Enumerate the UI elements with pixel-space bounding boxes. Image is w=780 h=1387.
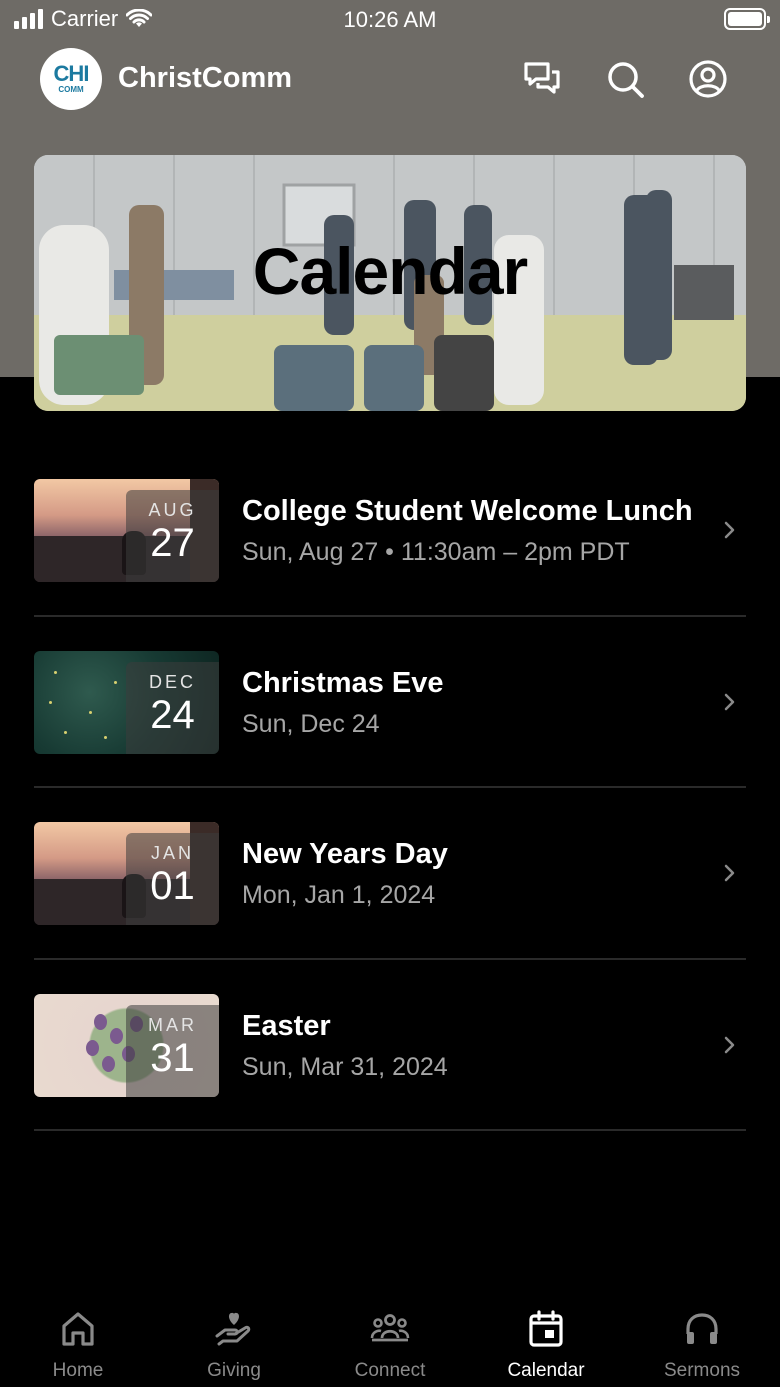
event-row[interactable]: DEC 24 Christmas Eve Sun, Dec 24: [34, 617, 746, 788]
tab-sermons[interactable]: Sermons: [624, 1296, 780, 1387]
event-row[interactable]: AUG 27 College Student Welcome Lunch Sun…: [34, 445, 746, 617]
event-datetime: Mon, Jan 1, 2024: [242, 881, 436, 909]
headphones-icon: [686, 1313, 718, 1344]
event-row[interactable]: JAN 01 New Years Day Mon, Jan 1, 2024: [34, 788, 746, 960]
events-list: AUG 27 College Student Welcome Lunch Sun…: [34, 445, 746, 1131]
calendar-hero-banner: Calendar: [34, 155, 746, 411]
chat-icon[interactable]: [521, 58, 563, 100]
event-thumbnail: AUG 27: [34, 479, 219, 582]
group-icon: [370, 1314, 410, 1342]
chevron-right-icon: [724, 1036, 735, 1053]
app-header: CHI COMM ChristComm: [0, 46, 780, 112]
calendar-icon: [529, 1310, 563, 1347]
chevron-right-icon: [724, 864, 735, 882]
event-date-badge: MAR 31: [126, 1004, 219, 1097]
event-day: 01: [150, 864, 195, 908]
battery-icon: [724, 8, 770, 30]
event-datetime: Sun, Aug 27 • 11:30am – 2pm PDT: [242, 538, 630, 566]
status-bar: Carrier 10:26 AM: [0, 0, 780, 40]
tab-label: Connect: [354, 1360, 426, 1381]
chevron-right-icon: [724, 693, 735, 710]
event-title: Christmas Eve: [242, 666, 444, 699]
event-month: DEC: [148, 671, 196, 692]
event-day: 24: [150, 692, 195, 737]
church-logo[interactable]: CHI COMM: [40, 48, 102, 110]
profile-icon[interactable]: [687, 58, 729, 100]
search-icon[interactable]: [604, 58, 646, 100]
tab-label: Calendar: [507, 1360, 585, 1381]
chevron-right-icon: [724, 521, 735, 539]
event-month: AUG: [148, 500, 197, 520]
home-icon: [62, 1312, 94, 1346]
event-day: 27: [150, 521, 195, 565]
tab-label: Home: [52, 1360, 104, 1381]
event-month: JAN: [150, 843, 194, 863]
event-title: New Years Day: [242, 838, 448, 870]
hero-title: Calendar: [252, 234, 528, 308]
event-day: 31: [150, 1035, 195, 1080]
tab-calendar[interactable]: Calendar: [468, 1296, 624, 1387]
event-title: College Student Welcome Lunch: [242, 495, 693, 527]
tab-label: Giving: [207, 1360, 261, 1381]
tab-label: Sermons: [663, 1360, 741, 1381]
status-time: 10:26 AM: [343, 7, 437, 32]
event-date-badge: DEC 24: [126, 661, 219, 754]
event-month: MAR: [148, 1014, 197, 1035]
tab-bar: Home Giving Connect Calendar Sermons: [0, 1296, 780, 1387]
event-thumbnail: MAR 31: [34, 993, 219, 1097]
event-datetime: Sun, Mar 31, 2024: [242, 1052, 448, 1081]
event-date-badge: AUG 27: [126, 490, 219, 582]
app-title: ChristComm: [118, 62, 293, 94]
event-thumbnail: DEC 24: [34, 650, 219, 754]
event-date-badge: JAN 01: [126, 833, 219, 925]
tab-home[interactable]: Home: [0, 1296, 156, 1387]
event-row[interactable]: MAR 31 Easter Sun, Mar 31, 2024: [34, 960, 746, 1131]
event-thumbnail: JAN 01: [34, 822, 219, 925]
event-title: Easter: [242, 1009, 331, 1042]
tab-giving[interactable]: Giving: [156, 1296, 312, 1387]
tab-connect[interactable]: Connect: [312, 1296, 468, 1387]
event-datetime: Sun, Dec 24: [242, 709, 380, 738]
giving-icon: [215, 1312, 251, 1346]
